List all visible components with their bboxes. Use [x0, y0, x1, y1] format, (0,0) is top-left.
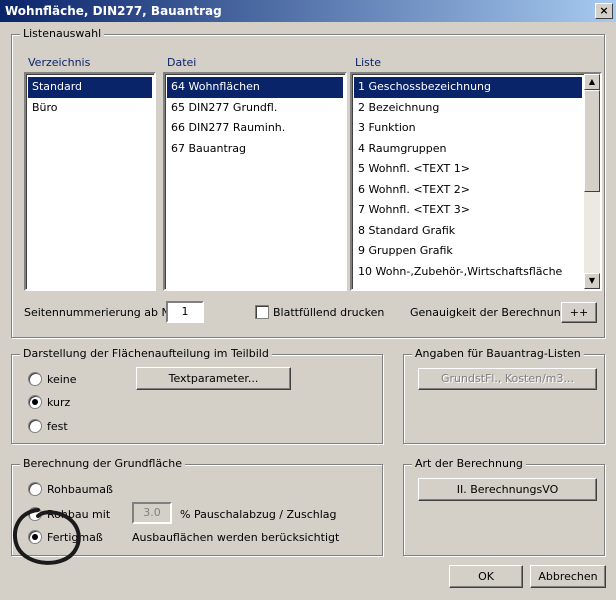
liste-item[interactable]: 9 Gruppen Grafik	[354, 241, 582, 262]
liste-item[interactable]: 8 Standard Grafik	[354, 221, 582, 242]
scroll-down-icon[interactable]: ▼	[584, 273, 600, 289]
bauantrag-title: Angaben für Bauantrag-Listen	[412, 347, 584, 360]
liste-item[interactable]: 10 Wohn-,Zubehör-,Wirtschaftsfläche	[354, 262, 582, 283]
liste-item[interactable]: 6 Wohnfl. <TEXT 2>	[354, 180, 582, 201]
radio-fertigmass-label: Fertigmaß	[47, 531, 103, 544]
radio-rohbau-mit[interactable]	[28, 507, 42, 521]
datei-list[interactable]: 64 Wohnflächen 65 DIN277 Grundfl. 66 DIN…	[163, 72, 347, 291]
radio-fest-label: fest	[47, 420, 68, 433]
close-icon[interactable]: ×	[595, 3, 613, 19]
scroll-thumb[interactable]	[584, 90, 600, 192]
ok-button[interactable]: OK	[449, 565, 523, 588]
ok-label: OK	[478, 570, 494, 583]
verzeichnis-list[interactable]: Standard Büro	[24, 72, 156, 291]
liste-item[interactable]: 7 Wohnfl. <TEXT 3>	[354, 200, 582, 221]
radio-fertigmass[interactable]	[28, 530, 42, 544]
title-bar: Wohnfläche, DIN277, Bauantrag ×	[0, 0, 616, 22]
datei-item[interactable]: 65 DIN277 Grundfl.	[167, 98, 343, 119]
verzeichnis-item-standard[interactable]: Standard	[28, 77, 152, 98]
datei-item[interactable]: 64 Wohnflächen	[167, 77, 343, 98]
radio-rohbau-mit-label: Rohbau mit	[47, 508, 111, 521]
liste-header: Liste	[355, 56, 381, 69]
berechnungsvo-label: II. BerechnungsVO	[456, 483, 559, 496]
liste-item[interactable]: 1 Geschossbezeichnung	[354, 77, 582, 98]
datei-header: Datei	[167, 56, 197, 69]
datei-item[interactable]: 66 DIN277 Rauminh.	[167, 118, 343, 139]
radio-rohbaumass-label: Rohbaumaß	[47, 483, 113, 496]
liste-item[interactable]: 4 Raumgruppen	[354, 139, 582, 160]
genauigkeit-label: Genauigkeit der Berechnung:	[410, 306, 572, 319]
radio-kurz-label: kurz	[47, 396, 71, 409]
scroll-up-icon[interactable]: ▲	[584, 74, 600, 90]
grundstfl-button[interactable]: GrundstFl., Kosten/m3...	[418, 368, 597, 390]
radio-kurz[interactable]	[28, 395, 42, 409]
liste-item[interactable]: 5 Wohnfl. <TEXT 1>	[354, 159, 582, 180]
datei-item[interactable]: 67 Bauantrag	[167, 139, 343, 160]
verzeichnis-item-buero[interactable]: Büro	[28, 98, 152, 119]
genauigkeit-button[interactable]: ++	[561, 302, 597, 323]
grundstfl-label: GrundstFl., Kosten/m3...	[441, 372, 574, 385]
seitennummerierung-input[interactable]: 1	[166, 301, 204, 323]
radio-keine[interactable]	[28, 372, 42, 386]
liste-scrollbar[interactable]: ▲ ▼	[584, 74, 600, 289]
abbrechen-button[interactable]: Abbrechen	[530, 565, 606, 588]
fertigmass-note: Ausbauflächen werden berücksichtigt	[132, 531, 340, 544]
pauschal-label: % Pauschalabzug / Zuschlag	[180, 508, 337, 521]
window-title: Wohnfläche, DIN277, Bauantrag	[5, 4, 222, 18]
radio-keine-label: keine	[47, 373, 77, 386]
darstellung-title: Darstellung der Flächenaufteilung im Tei…	[20, 347, 272, 360]
berechnungsvo-button[interactable]: II. BerechnungsVO	[418, 478, 597, 501]
blattfuellend-checkbox[interactable]	[255, 305, 269, 319]
textparameter-label: Textparameter...	[168, 372, 259, 385]
radio-rohbaumass[interactable]	[28, 482, 42, 496]
liste-list[interactable]: 1 Geschossbezeichnung 2 Bezeichnung 3 Fu…	[350, 72, 602, 291]
liste-item[interactable]: 2 Bezeichnung	[354, 98, 582, 119]
abbrechen-label: Abbrechen	[538, 570, 598, 583]
blattfuellend-label: Blattfüllend drucken	[273, 306, 385, 319]
art-title: Art der Berechnung	[412, 457, 526, 470]
grundflaeche-title: Berechnung der Grundfläche	[20, 457, 185, 470]
seitennummerierung-label: Seitennummerierung ab Nr.:	[24, 306, 181, 319]
radio-fest[interactable]	[28, 419, 42, 433]
liste-item[interactable]: 3 Funktion	[354, 118, 582, 139]
pauschal-input[interactable]: 3.0	[132, 502, 172, 524]
listenauswahl-title: Listenauswahl	[20, 27, 105, 40]
textparameter-button[interactable]: Textparameter...	[136, 367, 291, 390]
verzeichnis-header: Verzeichnis	[28, 56, 91, 69]
